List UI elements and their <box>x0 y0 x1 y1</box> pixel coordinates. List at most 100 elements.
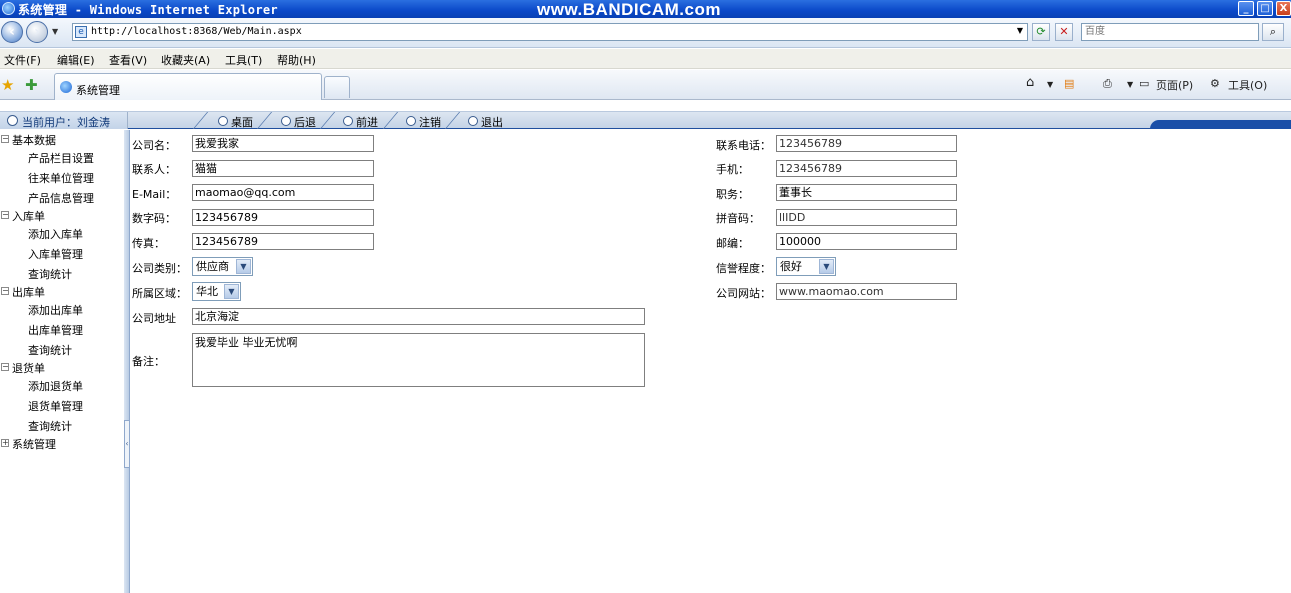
forward-button[interactable]: › <box>26 21 48 43</box>
history-dropdown-icon[interactable]: ▼ <box>52 27 58 36</box>
collapse-icon[interactable]: − <box>1 363 9 371</box>
home-icon[interactable]: ⌂ <box>1026 75 1034 90</box>
remark-label: 备注： <box>132 355 165 368</box>
address-label: 公司地址 <box>132 312 176 325</box>
sidebar-group-system[interactable]: + 系统管理 <box>1 436 56 452</box>
fax-input[interactable]: 123456789 <box>192 233 374 250</box>
nav-logout[interactable]: 注销 <box>406 114 441 129</box>
nav-desktop[interactable]: 桌面 <box>218 114 253 129</box>
sidebar-item-add-outbound[interactable]: 添加出库单 <box>28 302 83 318</box>
address-input[interactable]: http://localhost:8368/Web/Main.aspx <box>72 23 1028 41</box>
sidebar-item-inbound-stats[interactable]: 查询统计 <box>28 266 72 282</box>
digit-code-input[interactable]: 123456789 <box>192 209 374 226</box>
recording-watermark: www.BANDICAM.com <box>537 0 721 19</box>
collapse-icon[interactable]: − <box>1 287 9 295</box>
current-user-box: 当前用户：刘金涛 <box>0 112 128 129</box>
sidebar-group-basic-data[interactable]: − 基本数据 <box>1 132 56 148</box>
sidebar-item-return-stats[interactable]: 查询统计 <box>28 418 72 434</box>
address-dropdown-icon[interactable]: ▼ <box>1011 23 1029 41</box>
region-value: 华北 <box>196 285 218 298</box>
phone-input[interactable]: 123456789 <box>776 135 957 152</box>
expand-icon[interactable]: + <box>1 439 9 447</box>
credit-value: 很好 <box>780 260 802 273</box>
collapse-sidebar-handle[interactable]: ‹ <box>124 420 130 468</box>
sidebar-splitter[interactable]: ‹ <box>124 130 130 593</box>
sidebar-item-return-manage[interactable]: 退货单管理 <box>28 398 83 414</box>
chevron-down-icon[interactable]: ▼ <box>236 259 251 274</box>
nav-exit[interactable]: 退出 <box>468 114 503 129</box>
chevron-down-icon[interactable]: ▼ <box>819 259 834 274</box>
position-input[interactable]: 董事长 <box>776 184 957 201</box>
nav-forward[interactable]: 前进 <box>343 114 378 129</box>
favorites-star-icon[interactable]: ★ <box>1 76 14 94</box>
search-input[interactable]: 百度 <box>1081 23 1259 41</box>
remark-textarea[interactable]: 我爱毕业 毕业无忧啊 <box>192 333 645 387</box>
add-favorite-icon[interactable]: ✚ <box>25 76 38 94</box>
tab-label: 系统管理 <box>76 84 120 97</box>
stop-icon[interactable]: ✕ <box>1055 23 1073 41</box>
page-menu-icon[interactable]: ▭ <box>1139 77 1149 90</box>
print-icon[interactable]: ⎙ <box>1103 77 1112 91</box>
window-title: 系统管理 - Windows Internet Explorer <box>18 3 278 17</box>
website-input[interactable]: www.maomao.com <box>776 283 957 300</box>
sidebar-item-partners[interactable]: 往来单位管理 <box>28 170 94 186</box>
contact-label: 联系人： <box>132 163 176 176</box>
app-header-strip: 当前用户：刘金涛 桌面 后退 前进 注销 退出 <box>0 111 1291 129</box>
refresh-icon[interactable]: ⟳ <box>1032 23 1050 41</box>
collapse-icon[interactable]: − <box>1 211 9 219</box>
sidebar-item-add-return[interactable]: 添加退货单 <box>28 378 83 394</box>
window-title-bar: 系统管理 - Windows Internet Explorer www.BAN… <box>0 0 1291 19</box>
postcode-input[interactable]: 100000 <box>776 233 957 250</box>
menu-favorites[interactable]: 收藏夹(A) <box>161 52 210 68</box>
chevron-down-icon[interactable]: ▼ <box>224 284 239 299</box>
header-decoration <box>1150 120 1291 129</box>
menu-tools[interactable]: 工具(T) <box>225 52 262 68</box>
menu-file[interactable]: 文件(F) <box>4 52 41 68</box>
collapse-icon[interactable]: − <box>1 135 9 143</box>
sidebar-group-outbound[interactable]: − 出库单 <box>1 284 45 300</box>
address-input[interactable]: 北京海淀 <box>192 308 645 325</box>
home-dropdown-icon[interactable]: ▼ <box>1047 80 1053 89</box>
search-icon[interactable]: ⌕ <box>1262 23 1284 41</box>
menu-edit[interactable]: 编辑(E) <box>57 52 95 68</box>
sidebar-item-products[interactable]: 产品信息管理 <box>28 190 94 206</box>
sidebar-item-add-inbound[interactable]: 添加入库单 <box>28 226 83 242</box>
mobile-input[interactable]: 123456789 <box>776 160 957 177</box>
email-label: E-Mail： <box>132 188 177 201</box>
sidebar-group-inbound[interactable]: − 入库单 <box>1 208 45 224</box>
menu-view[interactable]: 查看(V) <box>109 52 147 68</box>
credit-select[interactable]: 很好 ▼ <box>776 257 836 276</box>
tools-menu[interactable]: 工具(O) <box>1228 77 1267 93</box>
nav-back[interactable]: 后退 <box>281 114 316 129</box>
page-menu[interactable]: 页面(P) <box>1156 77 1193 93</box>
minimize-button[interactable]: _ <box>1238 1 1254 16</box>
region-select[interactable]: 华北 ▼ <box>192 282 241 301</box>
print-dropdown-icon[interactable]: ▼ <box>1127 80 1133 89</box>
credit-label: 信誉程度： <box>716 262 771 275</box>
menu-help[interactable]: 帮助(H) <box>277 52 316 68</box>
sidebar-item-outbound-stats[interactable]: 查询统计 <box>28 342 72 358</box>
feeds-icon[interactable]: ▤ <box>1064 77 1074 90</box>
email-input[interactable]: maomao@qq.com <box>192 184 374 201</box>
sidebar-item-inbound-manage[interactable]: 入库单管理 <box>28 246 83 262</box>
sidebar-item-outbound-manage[interactable]: 出库单管理 <box>28 322 83 338</box>
company-type-select[interactable]: 供应商 ▼ <box>192 257 253 276</box>
phone-label: 联系电话： <box>716 139 771 152</box>
new-tab-button[interactable] <box>324 76 350 98</box>
sidebar-item-product-category[interactable]: 产品栏目设置 <box>28 150 94 166</box>
back-button[interactable]: ‹ <box>1 21 23 43</box>
user-circle-icon <box>7 115 18 126</box>
sidebar-group-label: 出库单 <box>12 286 45 299</box>
close-window-button[interactable]: X <box>1276 1 1291 16</box>
ie-logo-icon <box>2 2 15 15</box>
pinyin-code-input[interactable]: llIDD <box>776 209 957 226</box>
sidebar-group-label: 退货单 <box>12 362 45 375</box>
sidebar-group-returns[interactable]: − 退货单 <box>1 360 45 376</box>
maximize-button[interactable]: □ <box>1257 1 1273 16</box>
contact-input[interactable]: 猫猫 <box>192 160 374 177</box>
company-name-input[interactable]: 我爱我家 <box>192 135 374 152</box>
tab-system-management[interactable]: 系统管理 <box>54 73 322 100</box>
page-icon: e <box>75 26 87 38</box>
gear-icon[interactable]: ⚙ <box>1210 77 1220 90</box>
current-user-label: 当前用户：刘金涛 <box>22 116 110 129</box>
